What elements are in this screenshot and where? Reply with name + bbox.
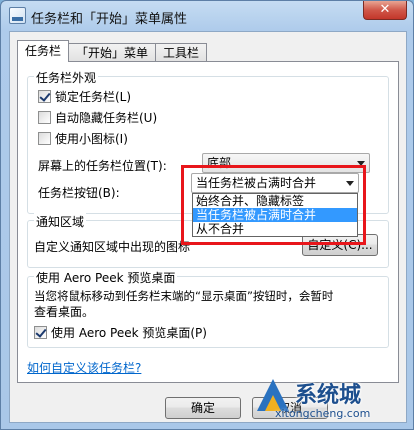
taskbar-location-select[interactable]: 底部 — [202, 153, 370, 173]
aero-peek-group-title: 使用 Aero Peek 预览桌面 — [34, 269, 178, 286]
close-button[interactable]: ✕ — [363, 1, 407, 20]
dropdown-option-combine-when-full[interactable]: 当任务栏被占满时合并 — [193, 208, 357, 222]
aero-peek-description-line2: 查看桌面。 — [34, 305, 95, 319]
notification-description: 自定义通知区域中出现的图标 — [34, 240, 191, 254]
title-bar[interactable]: 任务栏和「开始」菜单属性 ✕ — [1, 1, 413, 31]
chevron-down-icon — [357, 161, 365, 166]
small-icons-checkbox[interactable] — [38, 131, 51, 145]
tab-start-menu[interactable]: 「开始」菜单 — [68, 43, 157, 62]
watermark-brand: 系统城 — [295, 383, 362, 408]
customize-button[interactable]: 自定义(C)... — [302, 234, 378, 256]
dropdown-option-always-combine[interactable]: 始终合并、隐藏标签 — [193, 194, 357, 208]
aero-peek-group: 使用 Aero Peek 预览桌面 当您将鼠标移动到任务栏末端的“显示桌面”按钮… — [27, 269, 389, 348]
lock-taskbar-row[interactable]: 锁定任务栏(L) — [38, 88, 131, 104]
tab-taskbar[interactable]: 任务栏 — [17, 40, 70, 62]
chevron-down-icon — [346, 181, 354, 186]
dropdown-option-never-combine[interactable]: 从不合并 — [193, 222, 357, 236]
small-icons-label: 使用小图标(I) — [55, 131, 128, 146]
taskbar-app-icon — [9, 7, 26, 24]
lock-taskbar-label: 锁定任务栏(L) — [55, 89, 132, 104]
watermark-url: xitongcheng.com — [275, 407, 371, 420]
taskbar-buttons-dropdown: 始终合并、隐藏标签 当任务栏被占满时合并 从不合并 — [192, 193, 358, 237]
notification-group-title: 通知区域 — [34, 213, 87, 230]
tab-toolbars[interactable]: 工具栏 — [155, 43, 208, 62]
dialog-client-area: 任务栏 「开始」菜单 工具栏 任务栏外观 锁定任务栏(L) 自动隐藏任务栏(U)… — [9, 31, 407, 423]
properties-window: 任务栏和「开始」菜单属性 ✕ 任务栏 「开始」菜单 工具栏 任务栏外观 锁定任务… — [0, 0, 414, 430]
ok-button[interactable]: 确定 — [165, 397, 241, 419]
lock-taskbar-checkbox[interactable] — [38, 89, 51, 103]
aero-peek-description-line1: 当您将鼠标移动到任务栏末端的“显示桌面”按钮时，会暂时 — [34, 289, 334, 303]
taskbar-buttons-value: 当任务栏被占满时合并 — [196, 176, 317, 190]
taskbar-buttons-select[interactable]: 当任务栏被占满时合并 始终合并、隐藏标签 当任务栏被占满时合并 从不合并 — [191, 173, 359, 237]
taskbar-location-value: 底部 — [207, 156, 232, 170]
taskbar-buttons-label: 任务栏按钮(B): — [38, 186, 120, 200]
taskbar-location-label: 屏幕上的任务栏位置(T): — [38, 159, 167, 173]
watermark: 系统城 xitongcheng.com — [253, 375, 403, 425]
small-icons-row[interactable]: 使用小图标(I) — [38, 130, 128, 146]
window-title: 任务栏和「开始」菜单属性 — [31, 12, 188, 27]
aero-peek-label: 使用 Aero Peek 预览桌面(P) — [51, 325, 207, 340]
aero-peek-checkbox[interactable] — [34, 325, 47, 339]
auto-hide-label: 自动隐藏任务栏(U) — [55, 110, 158, 125]
help-link[interactable]: 如何自定义该任务栏? — [27, 359, 141, 376]
tab-strip: 任务栏 「开始」菜单 工具栏 — [17, 40, 208, 62]
auto-hide-row[interactable]: 自动隐藏任务栏(U) — [38, 109, 157, 125]
appearance-group-title: 任务栏外观 — [34, 69, 99, 86]
aero-peek-row[interactable]: 使用 Aero Peek 预览桌面(P) — [34, 324, 207, 340]
auto-hide-checkbox[interactable] — [38, 110, 51, 124]
